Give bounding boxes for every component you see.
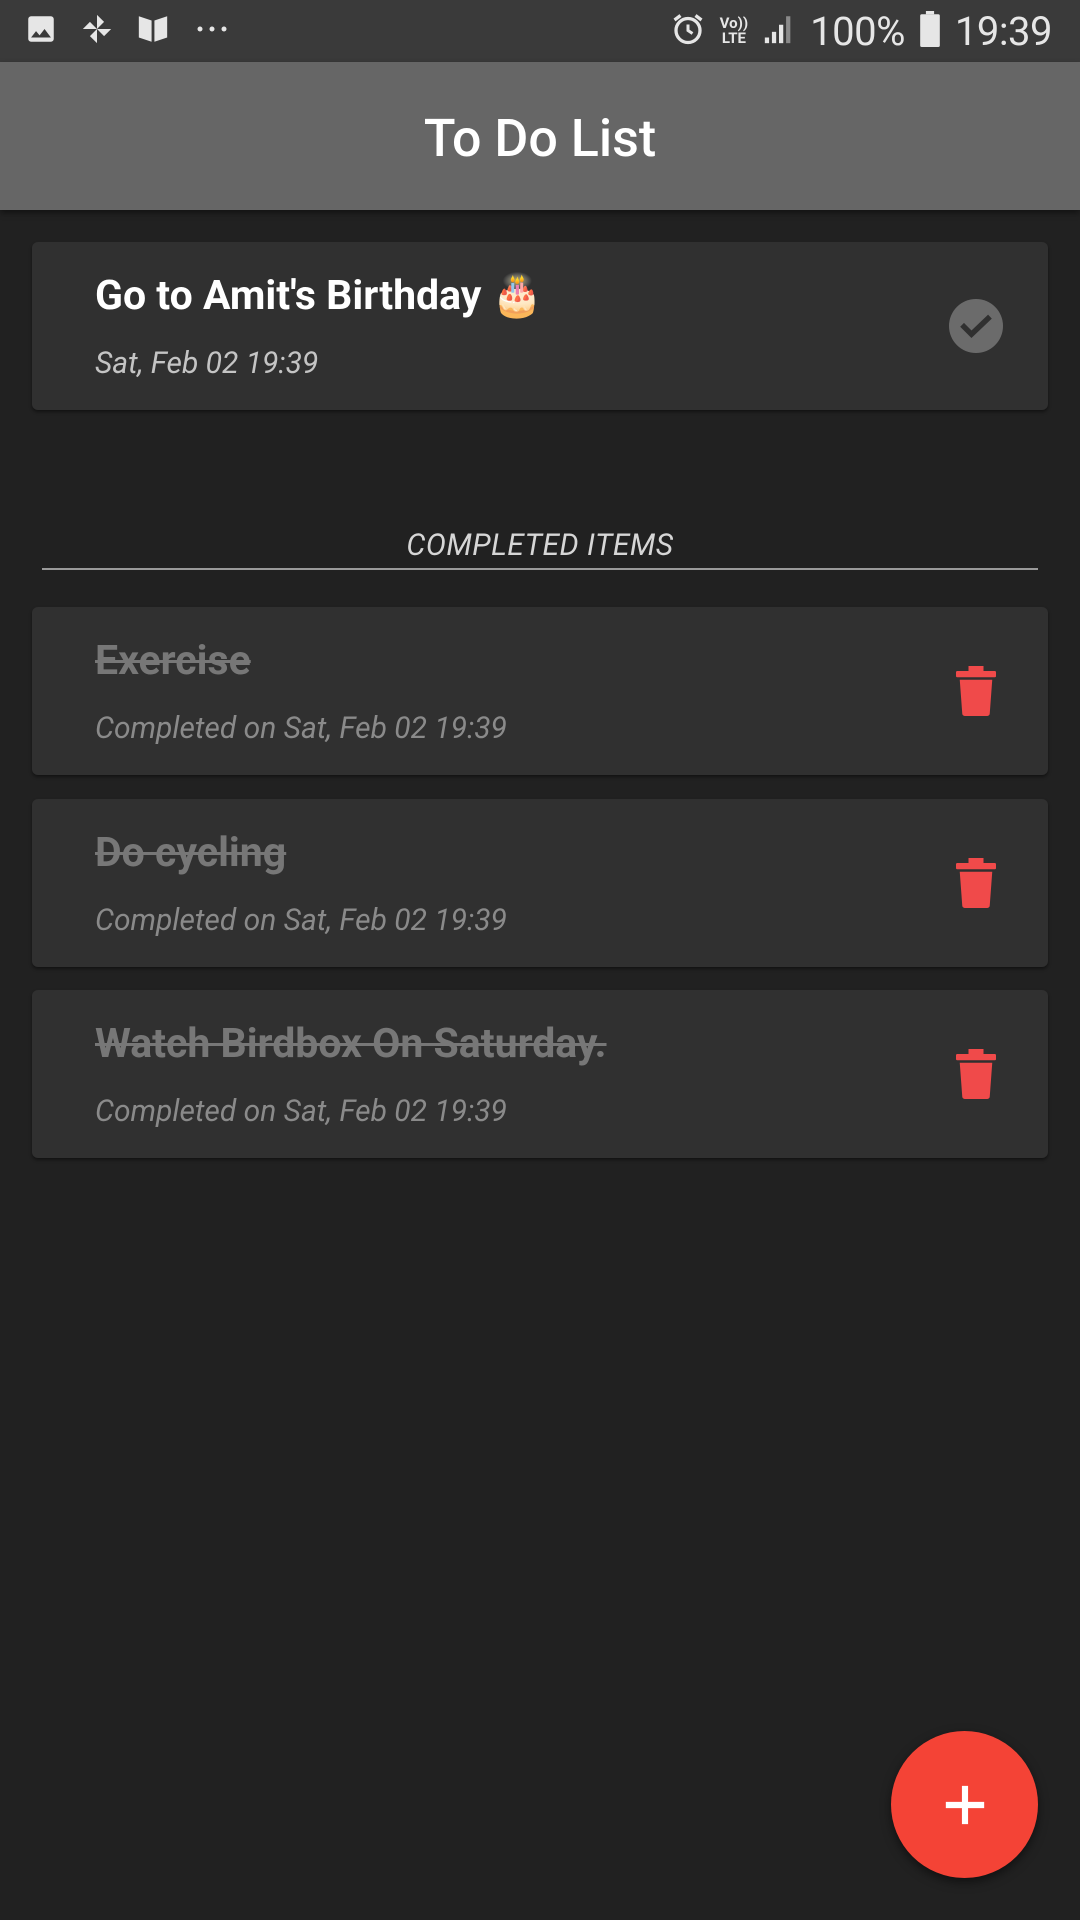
completed-item[interactable]: Exercise Completed on Sat, Feb 02 19:39 [32,607,1048,775]
status-bar-left [24,12,232,50]
app-bar: To Do List [0,62,1080,210]
add-todo-button[interactable] [891,1731,1038,1878]
status-bar: Vo)) LTE 100% 19:39 [0,0,1080,62]
network-type: Vo)) LTE [720,16,748,46]
completed-item-title: Watch Birdbox On Saturday. [95,1020,607,1068]
delete-button[interactable] [948,855,1004,911]
plus-icon [945,1785,984,1824]
section-divider [42,568,1038,570]
delete-button[interactable] [948,1046,1004,1102]
completed-item[interactable]: Do cycling Completed on Sat, Feb 02 19:3… [32,799,1048,967]
delete-button[interactable] [948,663,1004,719]
pinwheel-icon [80,12,114,50]
completed-item-date: Completed on Sat, Feb 02 19:39 [95,711,507,746]
status-bar-right: Vo)) LTE 100% 19:39 [670,7,1053,55]
gallery-icon [24,12,58,50]
book-icon [136,12,170,50]
complete-button[interactable] [948,298,1004,354]
network-label-bottom: LTE [721,29,746,47]
alarm-icon [670,11,706,51]
completed-item-date: Completed on Sat, Feb 02 19:39 [95,1094,507,1129]
trash-icon [956,666,996,716]
signal-icon [762,12,796,50]
check-circle-icon [949,299,1003,353]
page-title: To Do List [423,107,657,169]
completed-item-title: Do cycling [95,829,287,877]
completed-item-date: Completed on Sat, Feb 02 19:39 [95,903,507,938]
completed-item[interactable]: Watch Birdbox On Saturday. Completed on … [32,990,1048,1158]
trash-icon [956,858,996,908]
battery-icon [919,11,941,51]
completed-items-header: COMPLETED ITEMS [406,528,674,563]
battery-percent: 100% [810,7,905,55]
todo-item-title: Go to Amit's Birthday 🎂 [95,272,543,320]
trash-icon [956,1049,996,1099]
completed-item-title: Exercise [95,637,251,685]
todo-item-date: Sat, Feb 02 19:39 [95,346,319,381]
todo-item[interactable]: Go to Amit's Birthday 🎂 Sat, Feb 02 19:3… [32,242,1048,410]
clock: 19:39 [954,7,1053,55]
more-dots-icon [192,12,232,50]
